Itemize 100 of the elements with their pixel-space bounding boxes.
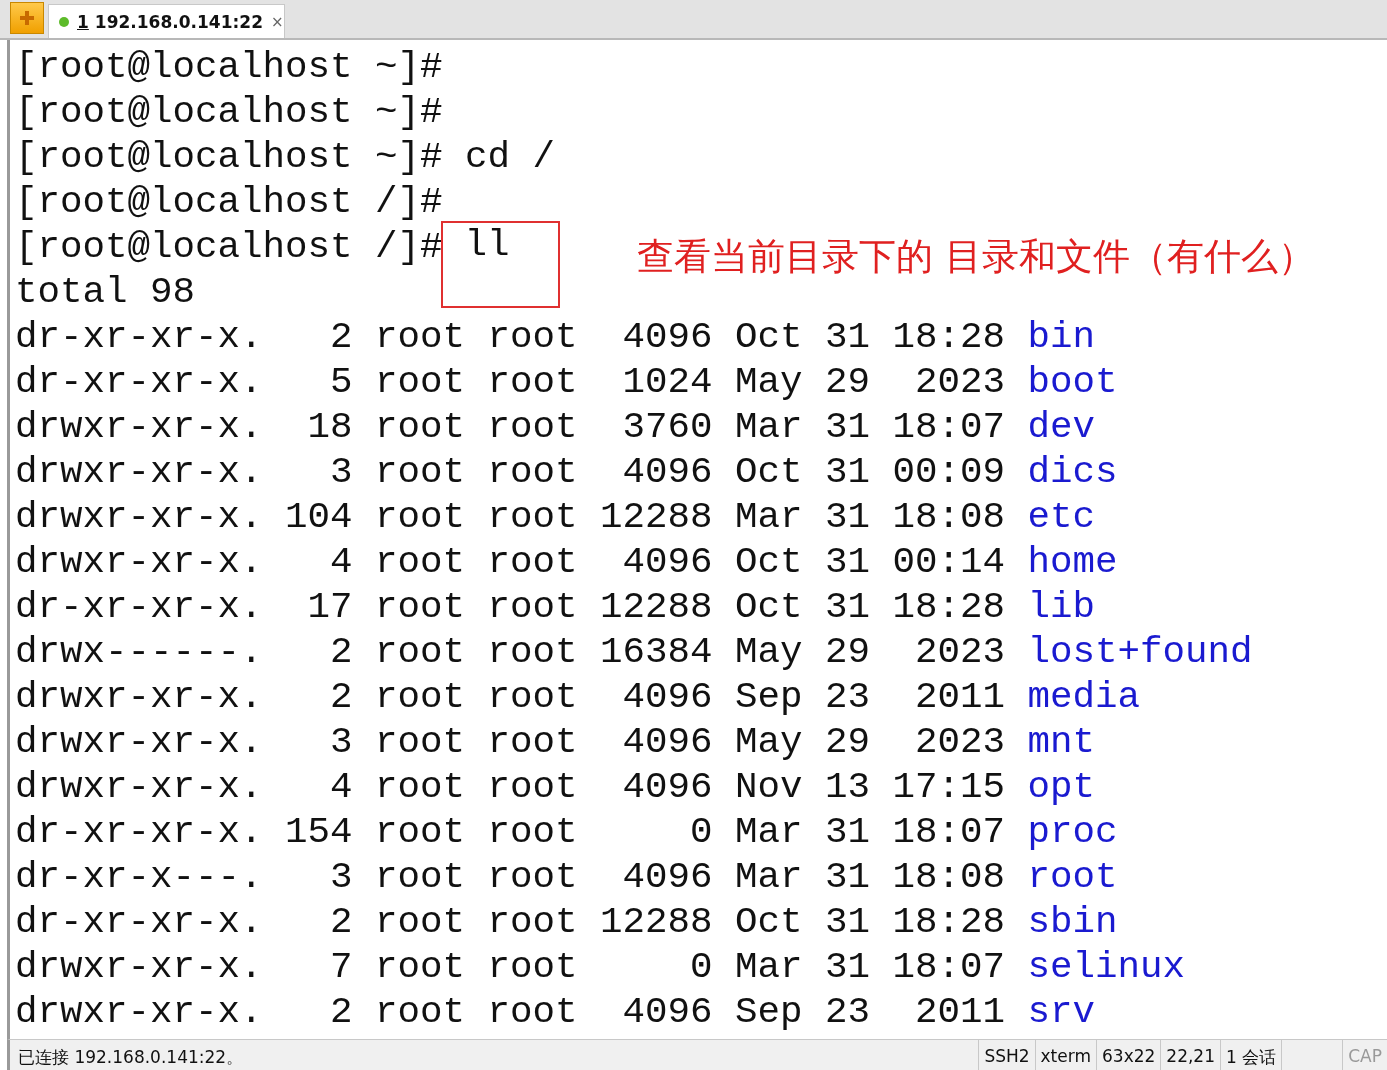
link-count: 2 [329, 315, 353, 360]
size-text: 16384 [600, 630, 713, 675]
day-text: 23 [825, 990, 871, 1035]
group-text: root [487, 990, 578, 1035]
file-name: proc [1027, 810, 1119, 855]
owner-text: root [375, 630, 466, 675]
size-text: 12288 [600, 495, 713, 540]
link-count: 3 [329, 720, 353, 765]
session-tab[interactable]: 1 192.168.0.141:22 × [48, 4, 285, 38]
file-name: srv [1027, 990, 1097, 1035]
permissions-text: drwxr-xr-x. [15, 450, 263, 495]
time-text: 00:14 [892, 540, 1006, 585]
output-text: total 98 [15, 270, 196, 315]
group-text: root [487, 405, 578, 450]
day-text: 31 [825, 540, 871, 585]
owner-text: root [375, 720, 466, 765]
day-text: 31 [825, 810, 871, 855]
time-text: 18:08 [892, 495, 1006, 540]
permissions-text: drwx------. [15, 630, 263, 675]
group-text: root [487, 810, 578, 855]
permissions-text: dr-xr-xr-x. [15, 315, 263, 360]
day-text: 29 [825, 630, 871, 675]
file-name: mnt [1027, 720, 1097, 765]
link-count: 4 [329, 540, 353, 585]
owner-text: root [375, 810, 466, 855]
owner-text: root [375, 360, 466, 405]
size-text: 4096 [621, 855, 713, 900]
link-count: 4 [329, 765, 353, 810]
time-text: 00:09 [892, 450, 1006, 495]
link-count: 104 [285, 495, 353, 540]
permissions-text: dr-xr-xr-x. [15, 585, 263, 630]
file-name: dics [1027, 450, 1119, 495]
file-name: dev [1027, 405, 1097, 450]
permissions-text: drwxr-xr-x. [15, 990, 263, 1035]
month-text: Mar [735, 810, 803, 855]
group-text: root [487, 675, 578, 720]
month-text: Oct [735, 900, 803, 945]
day-text: 31 [825, 405, 871, 450]
status-indicator: 63x22 [1096, 1040, 1161, 1070]
status-indicator: 22,21 [1160, 1040, 1220, 1070]
month-text: Oct [735, 540, 803, 585]
size-text: 12288 [600, 585, 713, 630]
time-text: 2023 [914, 630, 1006, 675]
close-button[interactable]: × [270, 12, 284, 31]
permissions-text: dr-xr-xr-x. [15, 810, 263, 855]
time-text: 2011 [914, 675, 1006, 720]
month-text: May [735, 720, 803, 765]
size-text: 4096 [621, 765, 713, 810]
month-text: Nov [735, 765, 803, 810]
month-text: May [735, 360, 803, 405]
size-text: 4096 [621, 675, 713, 720]
size-text: 3760 [621, 405, 713, 450]
permissions-text: dr-xr-xr-x. [15, 900, 263, 945]
file-name: sbin [1027, 900, 1119, 945]
file-name: selinux [1027, 945, 1187, 990]
month-text: Mar [735, 495, 803, 540]
owner-text: root [375, 900, 466, 945]
permissions-text: drwxr-xr-x. [15, 945, 263, 990]
permissions-text: dr-xr-xr-x. [15, 360, 263, 405]
plus-icon [19, 10, 35, 26]
size-text: 4096 [621, 540, 713, 585]
day-text: 23 [825, 675, 871, 720]
time-text: 18:07 [892, 945, 1006, 990]
group-text: root [487, 495, 578, 540]
file-name: lib [1027, 585, 1097, 630]
month-text: May [735, 630, 803, 675]
month-text: Mar [735, 945, 803, 990]
permissions-text: drwxr-xr-x. [15, 720, 263, 765]
prompt-text: [root@localhost ~]# [15, 90, 443, 135]
owner-text: root [375, 405, 466, 450]
month-text: Mar [735, 405, 803, 450]
size-text: 4096 [621, 720, 713, 765]
highlighted-command: ll [442, 223, 558, 306]
file-name: opt [1027, 765, 1097, 810]
link-count: 7 [329, 945, 353, 990]
month-text: Oct [735, 585, 803, 630]
link-count: 2 [329, 900, 353, 945]
owner-text: root [375, 495, 466, 540]
month-text: Sep [735, 675, 803, 720]
group-text: root [487, 540, 578, 585]
status-indicator: xterm [1034, 1040, 1096, 1070]
group-text: root [487, 450, 578, 495]
group-text: root [487, 900, 578, 945]
permissions-text: drwxr-xr-x. [15, 765, 263, 810]
file-name: etc [1027, 495, 1097, 540]
group-text: root [487, 720, 578, 765]
status-indicator: 1 会话 [1220, 1040, 1282, 1070]
day-text: 29 [825, 360, 871, 405]
status-message: 已连接 192.168.0.141:22。 [17, 1046, 245, 1069]
group-text: root [487, 855, 578, 900]
link-count: 17 [306, 585, 353, 630]
permissions-text: drwxr-xr-x. [15, 540, 263, 585]
new-tab-button[interactable] [10, 2, 44, 34]
prompt-text: [root@localhost ~]# [15, 45, 443, 90]
day-text: 31 [825, 945, 871, 990]
group-text: root [487, 945, 578, 990]
day-text: 31 [825, 855, 871, 900]
time-text: 17:15 [892, 765, 1006, 810]
link-count: 2 [329, 630, 353, 675]
owner-text: root [375, 675, 466, 720]
